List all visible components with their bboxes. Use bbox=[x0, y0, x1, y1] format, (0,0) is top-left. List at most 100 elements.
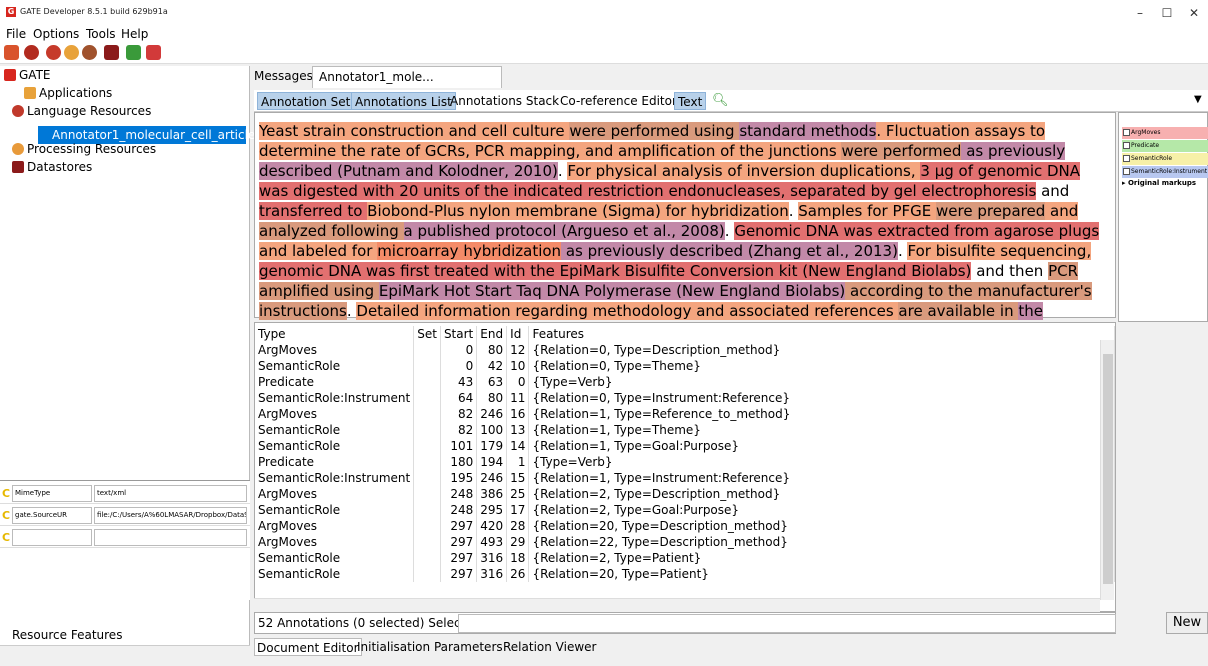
menu-tools[interactable]: Tools bbox=[86, 27, 116, 41]
text-segment[interactable]: . bbox=[347, 302, 357, 320]
table-row[interactable]: SemanticRole 82 100 13 {Relation=1, Type=The… bbox=[255, 422, 1115, 438]
text-segment[interactable]: were performed using bbox=[569, 122, 740, 140]
text-segment[interactable]: Genomic DNA was extracted from agarose p… bbox=[734, 222, 1100, 240]
checkbox[interactable] bbox=[1123, 155, 1130, 162]
checkbox[interactable] bbox=[1123, 142, 1130, 149]
table-row[interactable]: Predicate 43 63 0 {Type=Verb} bbox=[255, 374, 1115, 390]
tab-initialisation-parameters[interactable]: Initialisation Parameters bbox=[355, 638, 505, 656]
text-segment[interactable]: Biobond-Plus nylon membrane (Sigma) for … bbox=[367, 202, 789, 220]
maximize-button[interactable]: ☐ bbox=[1160, 6, 1174, 20]
text-segment[interactable]: EpiMark Hot Start Taq DNA Polymerase (Ne… bbox=[378, 282, 846, 300]
column-header[interactable]: Features bbox=[528, 326, 1115, 342]
tab-relation-viewer[interactable]: Relation Viewer bbox=[501, 638, 598, 656]
tree-root-gate[interactable]: GATE bbox=[4, 66, 51, 84]
text-segment[interactable]: transferred to bbox=[259, 202, 368, 220]
annotation-type-row[interactable]: ArgMoves bbox=[1122, 127, 1208, 139]
tab-annotation-sets[interactable]: Annotation Sets bbox=[257, 92, 361, 110]
table-row[interactable]: ArgMoves 297 420 28 {Relation=20, Type=Descr… bbox=[255, 518, 1115, 534]
close-button[interactable]: ✕ bbox=[1187, 6, 1201, 20]
tree-applications[interactable]: Applications bbox=[24, 84, 112, 102]
text-segment[interactable]: a published protocol (Argueso et al., 20… bbox=[403, 222, 725, 240]
table-row[interactable]: SemanticRole 297 316 26 {Relation=20, Type=P… bbox=[255, 566, 1115, 582]
tab-document[interactable]: Annotator1_mole... bbox=[312, 66, 502, 88]
text-segment[interactable]: Yeast strain construction and cell cultu… bbox=[259, 122, 570, 140]
table-row[interactable]: ArgMoves 82 246 16 {Relation=1, Type=Referen… bbox=[255, 406, 1115, 422]
table-row[interactable]: SemanticRole 297 316 18 {Relation=2, Type=Pa… bbox=[255, 550, 1115, 566]
column-header[interactable]: Type bbox=[255, 326, 415, 342]
text-segment[interactable]: Detailed information regarding methodolo… bbox=[356, 302, 899, 320]
original-markups-set[interactable]: ▸ Original markups bbox=[1122, 179, 1196, 187]
text-segment[interactable]: as previously described (Zhang et al., 2… bbox=[561, 242, 898, 260]
text-segment[interactable]: For bisulfite sequencing, bbox=[907, 242, 1092, 260]
annotation-type-row[interactable]: Predicate bbox=[1122, 140, 1208, 152]
text-segment[interactable]: genomic DNA was first treated with the E… bbox=[259, 262, 972, 280]
document-text-area[interactable]: Yeast strain construction and cell cultu… bbox=[254, 112, 1116, 340]
table-row[interactable]: SemanticRole:Instrument 195 246 15 {Relation… bbox=[255, 470, 1115, 486]
table-row[interactable]: SemanticRole 0 42 10 {Relation=0, Type=Theme… bbox=[255, 358, 1115, 374]
text-segment[interactable]: are available in bbox=[898, 302, 1019, 320]
table-vertical-scrollbar[interactable] bbox=[1100, 340, 1114, 600]
new-language-resource-icon[interactable] bbox=[24, 45, 39, 60]
menu-options[interactable]: Options bbox=[33, 27, 79, 41]
text-segment[interactable]: microarray hybridization bbox=[377, 242, 562, 260]
text-segment[interactable]: and labeled for bbox=[259, 242, 378, 260]
table-horizontal-scrollbar[interactable] bbox=[254, 598, 1100, 612]
resource-features-label[interactable]: Resource Features bbox=[12, 628, 122, 642]
feature-value-field[interactable]: file:/C:/Users/A%60LMASAR/Dropbox/DataSe… bbox=[94, 507, 247, 524]
new-button[interactable]: New bbox=[1166, 612, 1208, 634]
text-segment[interactable]: and then bbox=[971, 262, 1048, 280]
text-segment[interactable]: standard methods bbox=[739, 122, 877, 140]
new-datastore-icon[interactable] bbox=[82, 45, 97, 60]
table-row[interactable]: SemanticRole 248 295 17 {Relation=2, Type=Go… bbox=[255, 502, 1115, 518]
tab-coreference-editor[interactable]: Co-reference Editor bbox=[557, 92, 680, 110]
column-header[interactable]: End bbox=[476, 326, 508, 342]
new-processing-resource-icon[interactable] bbox=[46, 45, 61, 60]
plugin-manager-icon[interactable] bbox=[126, 45, 141, 60]
text-segment[interactable]: were prepared bbox=[936, 202, 1046, 220]
column-header[interactable]: Set bbox=[413, 326, 441, 342]
tree-language-resources[interactable]: Language Resources bbox=[12, 102, 151, 120]
tab-annotations-stack[interactable]: Annotations Stack bbox=[447, 92, 562, 110]
text-segment[interactable]: Samples for PFGE bbox=[798, 202, 937, 220]
table-row[interactable]: SemanticRole 101 179 14 {Relation=1, Type=Go… bbox=[255, 438, 1115, 454]
feature-key-field[interactable]: MimeType bbox=[12, 485, 92, 502]
dropdown-arrow-icon[interactable]: ▼ bbox=[1194, 94, 1202, 105]
tab-document-editor[interactable]: Document Editor bbox=[254, 638, 362, 656]
feature-key-field[interactable]: gate.SourceUR bbox=[12, 507, 92, 524]
table-row[interactable]: ArgMoves 297 493 29 {Relation=22, Type=Descr… bbox=[255, 534, 1115, 550]
table-row[interactable]: ArgMoves 0 80 12 {Relation=0, Type=Descripti… bbox=[255, 342, 1115, 358]
checkbox[interactable] bbox=[1123, 129, 1130, 136]
tree-datastores[interactable]: Datastores bbox=[12, 158, 92, 176]
text-segment[interactable]: and bbox=[1036, 182, 1069, 200]
text-segment[interactable]: . bbox=[558, 162, 568, 180]
feature-value-field[interactable]: text/xml bbox=[94, 485, 247, 502]
table-row[interactable]: Predicate 180 194 1 {Type=Verb} bbox=[255, 454, 1115, 470]
text-segment[interactable]: were performed bbox=[841, 142, 962, 160]
tab-annotations-list[interactable]: Annotations List bbox=[351, 92, 456, 110]
column-header[interactable]: Start bbox=[440, 326, 478, 342]
text-segment[interactable]: analyzed following bbox=[259, 222, 404, 240]
feature-value-field[interactable] bbox=[94, 529, 247, 546]
search-icon[interactable]: 🔍︎ bbox=[712, 93, 729, 108]
document-text[interactable]: Yeast strain construction and cell cultu… bbox=[259, 121, 1113, 341]
annotation-type-row[interactable]: SemanticRole:Instrument bbox=[1122, 166, 1208, 178]
open-datastore-icon[interactable] bbox=[104, 45, 119, 60]
minimize-button[interactable]: – bbox=[1133, 6, 1147, 20]
table-row[interactable]: SemanticRole:Instrument 64 80 11 {Relation=0… bbox=[255, 390, 1115, 406]
new-application-icon[interactable] bbox=[64, 45, 79, 60]
checkbox[interactable] bbox=[1123, 168, 1130, 175]
menu-help[interactable]: Help bbox=[121, 27, 148, 41]
left-horizontal-scrollbar[interactable] bbox=[0, 645, 250, 657]
column-header[interactable]: Id bbox=[506, 326, 530, 342]
load-application-icon[interactable] bbox=[4, 45, 19, 60]
table-row[interactable]: ArgMoves 248 386 25 {Relation=2, Type=Descri… bbox=[255, 486, 1115, 502]
annotation-type-row[interactable]: SemanticRole bbox=[1122, 153, 1208, 165]
text-segment[interactable]: . bbox=[789, 202, 799, 220]
menu-file[interactable]: File bbox=[6, 27, 26, 41]
text-segment[interactable]: and bbox=[1045, 202, 1079, 220]
feature-key-field[interactable] bbox=[12, 529, 92, 546]
annotation-diff-icon[interactable] bbox=[146, 45, 161, 60]
scroll-thumb[interactable] bbox=[1103, 354, 1113, 584]
select-input[interactable] bbox=[458, 614, 1116, 633]
text-segment[interactable]: For physical analysis of inversion dupli… bbox=[567, 162, 921, 180]
